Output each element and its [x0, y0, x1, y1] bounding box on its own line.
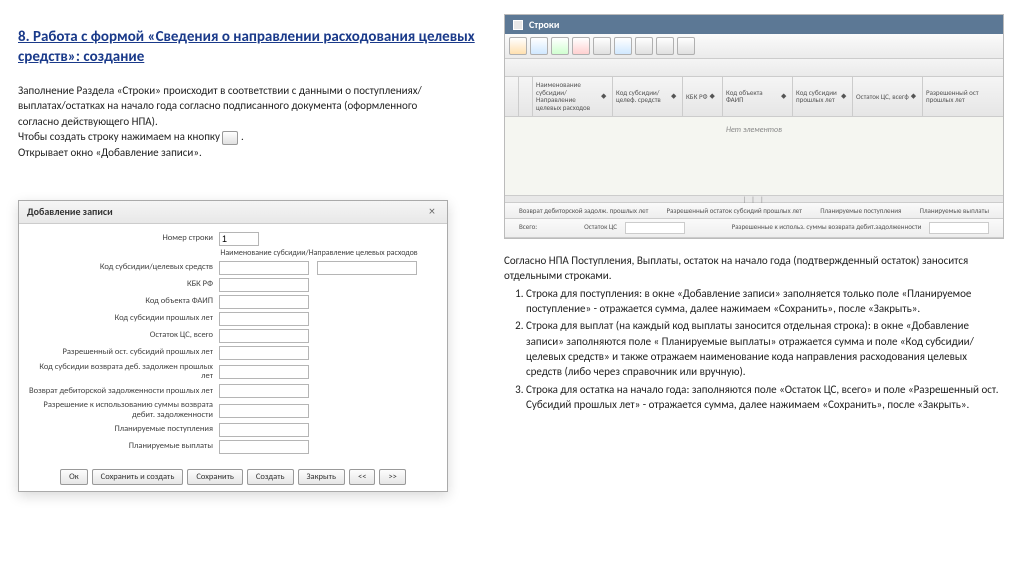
balance-input[interactable]: [219, 329, 309, 343]
panel-title: Строки: [529, 18, 559, 31]
summary-label: Разрешенные к использ. суммы возврата де…: [726, 222, 928, 231]
field-label: Код субсидии возврата деб. задолжен прош…: [29, 363, 219, 382]
field-label: Код субсидии прошлых лет: [29, 314, 219, 323]
summary-value-box: [929, 222, 989, 234]
faip-input[interactable]: [219, 295, 309, 309]
list-item: Строка для выплат (на каждый код выплаты…: [526, 318, 1004, 380]
permit-use-input[interactable]: [219, 404, 309, 418]
save-create-button[interactable]: Сохранить и создать: [92, 469, 184, 485]
col-header[interactable]: Наименование субсидии/Направление целевы…: [536, 81, 599, 112]
field-label: Код объекта ФАИП: [29, 297, 219, 306]
subsidy-name-label: Наименование субсидии/Направление целевы…: [219, 249, 419, 258]
return-code-input[interactable]: [219, 365, 309, 379]
instructions-block: Согласно НПА Поступления, Выплаты, остат…: [504, 253, 1004, 413]
ok-button[interactable]: Ок: [60, 469, 88, 485]
field-label: Код субсидии/целевых средств: [29, 263, 219, 272]
col-header[interactable]: КБК РФ: [686, 93, 707, 101]
list-item: Строка для остатка на начало года: запол…: [526, 382, 1004, 413]
allowed-balance-input[interactable]: [219, 346, 309, 360]
summary-label: Планируемые поступления: [814, 206, 907, 215]
create-button[interactable]: Создать: [247, 469, 294, 485]
summary-label: Возврат дебиторской задолж. прошлых лет: [513, 206, 654, 215]
field-label: Остаток ЦС, всего: [29, 331, 219, 340]
field-label: КБК РФ: [29, 280, 219, 289]
prev-subsidy-code-input[interactable]: [219, 312, 309, 326]
col-header[interactable]: Код объекта ФАИП: [726, 89, 779, 104]
col-header[interactable]: Остаток ЦС, всегф: [856, 93, 909, 101]
field-label: Разрешение к использованию суммы возврат…: [29, 401, 219, 420]
intro-block: Заполнение Раздела «Строки» происходит в…: [18, 83, 448, 160]
page-title: 8. Работа с формой «Сведения о направлен…: [18, 28, 488, 67]
intro-p2a: Чтобы создать строку нажимаем на кнопку: [18, 130, 222, 143]
toolbar-icon[interactable]: [656, 37, 674, 55]
field-label: Разрешенный ост. субсидий прошлых лет: [29, 348, 219, 357]
save-button[interactable]: Сохранить: [187, 469, 243, 485]
summary-label: Планируемые выплаты: [914, 206, 995, 215]
add-record-dialog: Добавление записи × Номер строки Наимено…: [18, 200, 448, 492]
intro-p2b: .: [241, 130, 244, 143]
toolbar-icon[interactable]: [635, 37, 653, 55]
toolbar-icon[interactable]: [572, 37, 590, 55]
field-label: Планируемые выплаты: [29, 442, 219, 451]
resize-handle[interactable]: | | |: [505, 195, 1003, 203]
panel-icon: [513, 20, 523, 30]
close-icon[interactable]: ×: [425, 205, 439, 219]
total-label: Всего:: [513, 222, 543, 234]
subsidy-name-input[interactable]: [317, 261, 417, 275]
next-button[interactable]: >>: [379, 469, 405, 485]
planned-income-input[interactable]: [219, 423, 309, 437]
toolbar: [505, 34, 1003, 59]
subsidy-code-input[interactable]: [219, 261, 309, 275]
close-button[interactable]: Закрыть: [298, 469, 345, 485]
summary-value-box: [625, 222, 685, 234]
return-debt-input[interactable]: [219, 384, 309, 398]
summary-label: Остаток ЦС: [578, 222, 623, 231]
intro-p1: Заполнение Раздела «Строки» происходит в…: [18, 84, 422, 128]
planned-expense-input[interactable]: [219, 440, 309, 454]
field-label: Возврат дебиторской задолженности прошлы…: [29, 387, 219, 396]
kbk-input[interactable]: [219, 278, 309, 292]
field-label: Планируемые поступления: [29, 425, 219, 434]
col-header[interactable]: Код субсидии/целеф. средств: [616, 89, 669, 104]
toolbar-icon[interactable]: [530, 37, 548, 55]
rows-panel: Строки Наименование субсидии/Направление…: [504, 14, 1004, 239]
col-header[interactable]: Код субсидии прошлых лет: [796, 89, 839, 104]
row-number-input[interactable]: [219, 232, 259, 246]
toolbar-icon[interactable]: [593, 37, 611, 55]
prev-button[interactable]: <<: [349, 469, 375, 485]
instructions-intro: Согласно НПА Поступления, Выплаты, остат…: [504, 253, 1004, 284]
summary-label: Разрешенный остаток субсидий прошлых лет: [661, 206, 808, 215]
list-item: Строка для поступления: в окне «Добавлен…: [526, 286, 1004, 317]
intro-p3: Открывает окно «Добавление записи».: [18, 146, 202, 159]
toolbar-icon[interactable]: [551, 37, 569, 55]
col-header[interactable]: Разрешенный ост прошлых лет: [926, 89, 990, 104]
toolbar-icon[interactable]: [614, 37, 632, 55]
field-label: Номер строки: [29, 234, 219, 243]
dialog-title: Добавление записи: [27, 205, 113, 218]
grid-header: Наименование субсидии/Направление целевы…: [505, 77, 1003, 117]
toolbar-icon[interactable]: [677, 37, 695, 55]
toolbar-icon[interactable]: [509, 37, 527, 55]
grid-empty-text: Нет элементов: [505, 117, 1003, 195]
create-row-icon: [222, 131, 238, 145]
